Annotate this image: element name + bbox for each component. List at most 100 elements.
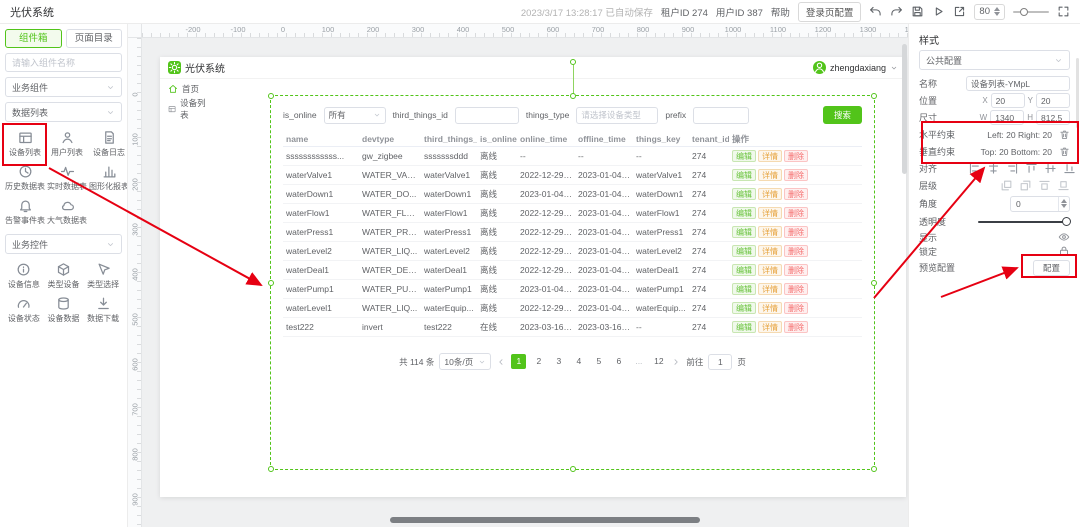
resize-handle-e[interactable] (871, 279, 877, 286)
edit-button[interactable]: 编辑 (732, 245, 756, 257)
width-input[interactable] (990, 110, 1025, 125)
user-menu[interactable]: zhengdaxiang (812, 61, 898, 74)
resize-handle-sw[interactable] (268, 466, 274, 472)
redo-icon[interactable] (890, 5, 903, 18)
delete-button[interactable]: 删除 (784, 207, 808, 219)
detail-button[interactable]: 详情 (758, 207, 782, 219)
config-button[interactable]: 配置 (1032, 259, 1070, 276)
fullscreen-icon[interactable] (1057, 5, 1070, 18)
layer-up-icon[interactable] (1000, 179, 1013, 192)
design-canvas[interactable]: -200 -100 0 100 200 300 400 500 600 700 800 900 1000… (128, 24, 908, 527)
opacity-slider[interactable] (978, 216, 1071, 227)
detail-button[interactable]: 详情 (758, 169, 782, 181)
section-dropdown-1[interactable]: 数据列表 (5, 102, 122, 122)
edit-button[interactable]: 编辑 (732, 321, 756, 333)
page-button[interactable]: 2 (531, 354, 546, 369)
page-button[interactable]: 1 (511, 354, 527, 369)
detail-button[interactable]: 详情 (758, 245, 782, 257)
preview-nav-item[interactable]: 设备列表 (160, 98, 216, 120)
zoom-slider[interactable] (1013, 7, 1049, 17)
section-dropdown-0[interactable]: 业务组件 (5, 77, 122, 97)
filter-select[interactable]: 所有 (323, 106, 386, 124)
align-middle-icon[interactable] (1044, 162, 1057, 175)
component-item[interactable]: 类型选择 (84, 259, 122, 293)
align-right-icon[interactable] (1006, 162, 1019, 175)
delete-button[interactable]: 删除 (784, 283, 808, 295)
component-item[interactable]: 数据下载 (84, 293, 122, 327)
resize-handle-nw[interactable] (268, 93, 274, 99)
component-item[interactable]: 大气数据表 (47, 195, 87, 229)
detail-button[interactable]: 详情 (758, 321, 782, 333)
delete-button[interactable]: 删除 (784, 150, 808, 162)
zoom-input[interactable]: 80 (974, 3, 1005, 20)
table-row[interactable]: waterLevel1 WATER_LIQ... waterEquip... 离线 20… (283, 298, 862, 318)
login-page-config-button[interactable]: 登录页配置 (797, 1, 862, 22)
component-item[interactable]: 设备信息 (5, 259, 43, 293)
rotate-handle[interactable] (569, 59, 576, 65)
section-dropdown-2[interactable]: 业务控件 (5, 234, 122, 254)
page-button[interactable]: 12 (651, 354, 666, 369)
align-left-icon[interactable] (968, 162, 981, 175)
angle-input[interactable]: 0 (1010, 195, 1070, 212)
component-item[interactable]: 用户列表 (47, 127, 87, 161)
delete-button[interactable]: 删除 (784, 321, 808, 333)
angle-stepper[interactable] (1058, 196, 1069, 211)
table-row[interactable]: waterValve1 WATER_VALVE waterValve1 离线 2022-… (283, 165, 862, 185)
filter-input[interactable] (576, 106, 659, 124)
common-config-dropdown[interactable]: 公共配置 (919, 50, 1070, 70)
detail-button[interactable]: 详情 (758, 188, 782, 200)
delete-button[interactable]: 删除 (784, 188, 808, 200)
align-bottom-icon[interactable] (1063, 162, 1076, 175)
align-center-h-icon[interactable] (987, 162, 1000, 175)
trash-icon[interactable] (1059, 129, 1070, 140)
page-button[interactable]: 3 (551, 354, 566, 369)
export-icon[interactable] (953, 5, 966, 18)
delete-button[interactable]: 删除 (784, 169, 808, 181)
component-item[interactable]: 设备日志 (89, 127, 127, 161)
edit-button[interactable]: 编辑 (732, 169, 756, 181)
edit-button[interactable]: 编辑 (732, 226, 756, 238)
resize-handle-s[interactable] (569, 466, 576, 472)
layer-top-icon[interactable] (1038, 179, 1051, 192)
edit-button[interactable]: 编辑 (732, 283, 756, 295)
detail-button[interactable]: 详情 (758, 302, 782, 314)
component-search-input[interactable] (5, 53, 122, 72)
search-button[interactable]: 搜索 (822, 106, 862, 124)
resize-handle-se[interactable] (871, 466, 877, 472)
resize-handle-w[interactable] (268, 279, 274, 286)
page-button[interactable]: 4 (571, 354, 586, 369)
vertical-scrollbar[interactable] (902, 44, 907, 174)
delete-button[interactable]: 删除 (784, 302, 808, 314)
component-item[interactable]: 设备数据 (45, 293, 83, 327)
eye-icon[interactable] (1058, 231, 1070, 243)
resize-handle-ne[interactable] (871, 93, 877, 99)
table-row[interactable]: waterPress1 WATER_PRESS waterPress1 离线 2022-… (283, 222, 862, 242)
style-panel-scrollbar[interactable] (1076, 58, 1079, 128)
edit-button[interactable]: 编辑 (732, 150, 756, 162)
zoom-stepper[interactable] (994, 7, 1000, 16)
table-row[interactable]: test222 invert test222 在线 2023-03-16 ... 2023… (283, 317, 862, 337)
component-item[interactable]: 告警事件表 (5, 195, 45, 229)
tab-component-box[interactable]: 组件箱 (5, 29, 62, 48)
align-top-icon[interactable] (1025, 162, 1038, 175)
detail-button[interactable]: 详情 (758, 264, 782, 276)
selected-widget[interactable]: is_online 所有 third_things_id things_type pre… (268, 59, 877, 472)
horizontal-scrollbar[interactable] (390, 517, 700, 523)
delete-button[interactable]: 删除 (784, 245, 808, 257)
edit-button[interactable]: 编辑 (732, 207, 756, 219)
page-artboard[interactable]: 光伏系统 zhengdaxiang 首页 设备列表 is_online 所有 t… (160, 57, 906, 497)
height-input[interactable] (1036, 110, 1070, 125)
x-input[interactable] (990, 93, 1025, 108)
component-item[interactable]: 实时数据表 (47, 161, 87, 195)
component-item[interactable]: 历史数据表 (5, 161, 45, 195)
page-button[interactable]: 5 (591, 354, 606, 369)
filter-input[interactable] (454, 106, 519, 124)
y-input[interactable] (1036, 93, 1070, 108)
table-row[interactable]: waterDeal1 WATER_DEAL waterDeal1 离线 2022-12-… (283, 260, 862, 280)
edit-button[interactable]: 编辑 (732, 302, 756, 314)
detail-button[interactable]: 详情 (758, 283, 782, 295)
filter-input[interactable] (693, 106, 750, 124)
lock-icon[interactable] (1058, 245, 1070, 257)
prev-page-button[interactable] (496, 357, 506, 367)
zoom-slider-knob[interactable] (1020, 7, 1028, 16)
